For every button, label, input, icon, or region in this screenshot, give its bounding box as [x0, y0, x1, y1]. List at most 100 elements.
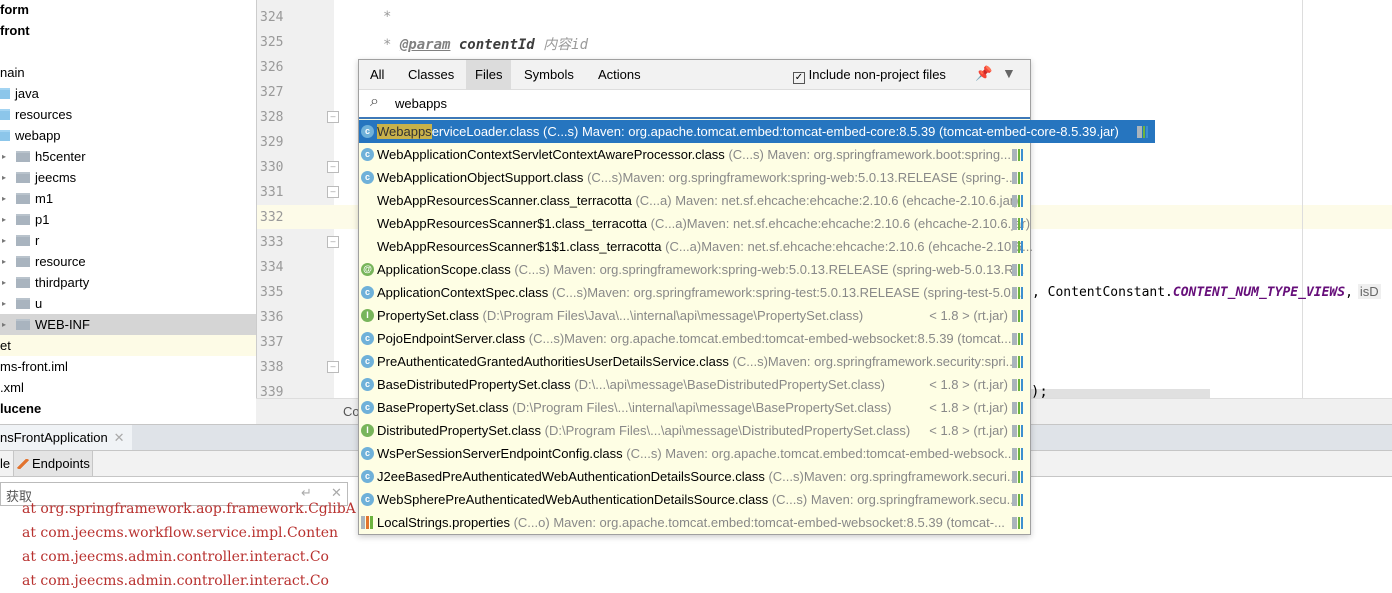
result-item[interactable]: c BaseDistributedPropertySet.class (D:\..… [359, 373, 1030, 396]
popup-tab-classes[interactable]: Classes [399, 60, 463, 90]
checkbox-icon[interactable]: ✓ [793, 72, 805, 84]
popup-tab-files[interactable]: Files [466, 60, 512, 90]
result-text: BasePropertySet.class (D:\Program Files\… [377, 396, 891, 419]
clear-icon[interactable]: ✕ [331, 485, 342, 501]
result-item[interactable]: c BasePropertySet.class (D:\Program Files… [359, 396, 1030, 419]
line-number: 332 [260, 210, 284, 225]
line-number: 335 [260, 285, 284, 300]
search-input[interactable]: webapps [395, 96, 447, 111]
fold-marker-icon[interactable]: – [327, 111, 339, 123]
tree-item-label: ms-front.iml [0, 359, 68, 374]
param-name: contentId [450, 37, 544, 53]
tree-item[interactable]: webapp [0, 125, 256, 146]
include-non-project-checkbox[interactable]: ✓ Include non-project files [793, 67, 946, 84]
fold-marker-icon[interactable]: – [327, 361, 339, 373]
expand-arrow-icon[interactable]: ▸ [2, 314, 6, 335]
tree-item[interactable]: ▸ WEB-INF [0, 314, 256, 335]
result-item[interactable]: c PojoEndpointServer.class (C...s)Maven: … [359, 327, 1030, 350]
tree-item-label: u [35, 296, 43, 311]
result-item[interactable]: c WebSpherePreAuthenticatedWebAuthenticat… [359, 488, 1030, 511]
tree-item[interactable]: .xml [0, 377, 256, 398]
result-item[interactable]: c ApplicationContextSpec.class (C...s)Mav… [359, 281, 1030, 304]
fold-marker-icon[interactable]: – [327, 186, 339, 198]
search-field[interactable]: ⌕ webapps [359, 90, 1030, 119]
library-icon [1012, 448, 1026, 460]
project-tree[interactable]: form front nain java resources webapp ▸ h5cente… [0, 0, 256, 424]
expand-arrow-icon[interactable]: ▸ [2, 251, 6, 272]
result-item[interactable]: c J2eeBasedPreAuthenticatedWebAuthenticat… [359, 465, 1030, 488]
result-item[interactable]: WebAppResourcesScanner$1$1.class_terraco… [359, 235, 1033, 258]
expand-arrow-icon[interactable]: ▸ [2, 209, 6, 230]
tree-item[interactable]: form [0, 0, 256, 20]
pin-icon[interactable]: 📌 [975, 65, 992, 82]
tree-item[interactable]: nain [0, 62, 256, 83]
result-item[interactable]: WebAppResourcesScanner.class_terracotta … [359, 189, 1030, 212]
tree-item[interactable]: ▸ m1 [0, 188, 256, 209]
result-item[interactable]: @ ApplicationScope.class (C...s) Maven: o… [359, 258, 1030, 281]
result-item[interactable]: c PreAuthenticatedGrantedAuthoritiesUserD… [359, 350, 1030, 373]
enter-icon[interactable]: ↵ [301, 485, 312, 501]
tree-item[interactable]: et [0, 335, 256, 356]
result-item[interactable]: WebAppResourcesScanner$1.class_terracott… [359, 212, 1030, 235]
tree-item-label: et [0, 338, 11, 353]
console-tab[interactable]: le [0, 451, 12, 476]
result-item[interactable]: c WebappserviceLoader.class (C...s) Maven… [359, 120, 1155, 143]
folder-icon [16, 151, 30, 162]
result-location: (D:\...\api\message\BaseDistributedPrope… [574, 377, 885, 392]
code-text: , ContentConstant. [1032, 285, 1173, 300]
class-icon: c [361, 447, 374, 460]
close-icon[interactable]: ✕ [114, 430, 125, 445]
tree-item[interactable]: ▸ resource [0, 251, 256, 272]
tree-item[interactable]: resources [0, 104, 256, 125]
result-location: (C...s)Maven: org.apache.tomcat.embed:to… [528, 331, 1012, 346]
result-text: PreAuthenticatedGrantedAuthoritiesUserDe… [377, 350, 1016, 373]
interface-icon: I [361, 309, 374, 322]
filter-icon[interactable]: ▼ [1002, 65, 1016, 81]
tree-item[interactable]: lucene [0, 398, 256, 419]
popup-tab-actions[interactable]: Actions [589, 60, 650, 90]
expand-arrow-icon[interactable]: ▸ [2, 272, 6, 293]
tree-item[interactable]: ▸ r [0, 230, 256, 251]
result-item[interactable]: c WebApplicationContextServletContextAwar… [359, 143, 1030, 166]
tree-item[interactable]: front [0, 20, 256, 41]
tree-item[interactable]: ms-front.iml [0, 356, 256, 377]
result-item[interactable]: LocalStrings.properties (C...o) Maven: o… [359, 511, 1030, 534]
tree-item[interactable]: ▸ jeecms [0, 167, 256, 188]
result-text: WebAppResourcesScanner$1$1.class_terraco… [377, 235, 1033, 258]
result-item[interactable]: I DistributedPropertySet.class (D:\Progra… [359, 419, 1030, 442]
run-tab[interactable]: nsFrontApplication ✕ [0, 425, 132, 450]
tree-item[interactable]: java [0, 83, 256, 104]
tree-item-label: r [35, 233, 40, 248]
library-icon [1012, 310, 1026, 322]
popup-tab-all[interactable]: All [361, 60, 393, 90]
result-item[interactable]: I PropertySet.class (D:\Program Files\Jav… [359, 304, 1030, 327]
code-line-324: * [383, 9, 392, 25]
popup-tab-symbols[interactable]: Symbols [515, 60, 583, 90]
library-icon [1012, 471, 1026, 483]
expand-arrow-icon[interactable]: ▸ [2, 293, 6, 314]
fold-marker-icon[interactable]: – [327, 236, 339, 248]
tree-item[interactable]: ▸ p1 [0, 209, 256, 230]
result-text: DistributedPropertySet.class (D:\Program… [377, 419, 910, 442]
tree-item[interactable] [0, 41, 256, 62]
expand-arrow-icon[interactable]: ▸ [2, 188, 6, 209]
library-icon [1012, 333, 1026, 345]
result-item[interactable]: c WsPerSessionServerEndpointConfig.class … [359, 442, 1030, 465]
expand-arrow-icon[interactable]: ▸ [2, 146, 6, 167]
endpoints-tab[interactable]: Endpoints [13, 451, 93, 476]
line-number: 333 [260, 235, 284, 250]
tree-item-label: form [0, 2, 29, 17]
result-item[interactable]: c WebApplicationObjectSupport.class (C...… [359, 166, 1030, 189]
result-text: WebAppResourcesScanner$1.class_terracott… [377, 212, 1030, 235]
result-text: BaseDistributedPropertySet.class (D:\...… [377, 373, 885, 396]
expand-arrow-icon[interactable]: ▸ [2, 167, 6, 188]
expand-arrow-icon[interactable]: ▸ [2, 230, 6, 251]
code-line-325: * @param contentId 内容id [383, 34, 588, 54]
library-icon [1012, 494, 1026, 506]
line-number: 324 [260, 10, 284, 25]
line-number: 330 [260, 160, 284, 175]
tree-item[interactable]: ▸ thirdparty [0, 272, 256, 293]
tree-item[interactable]: ▸ h5center [0, 146, 256, 167]
fold-marker-icon[interactable]: – [327, 161, 339, 173]
tree-item[interactable]: ▸ u [0, 293, 256, 314]
